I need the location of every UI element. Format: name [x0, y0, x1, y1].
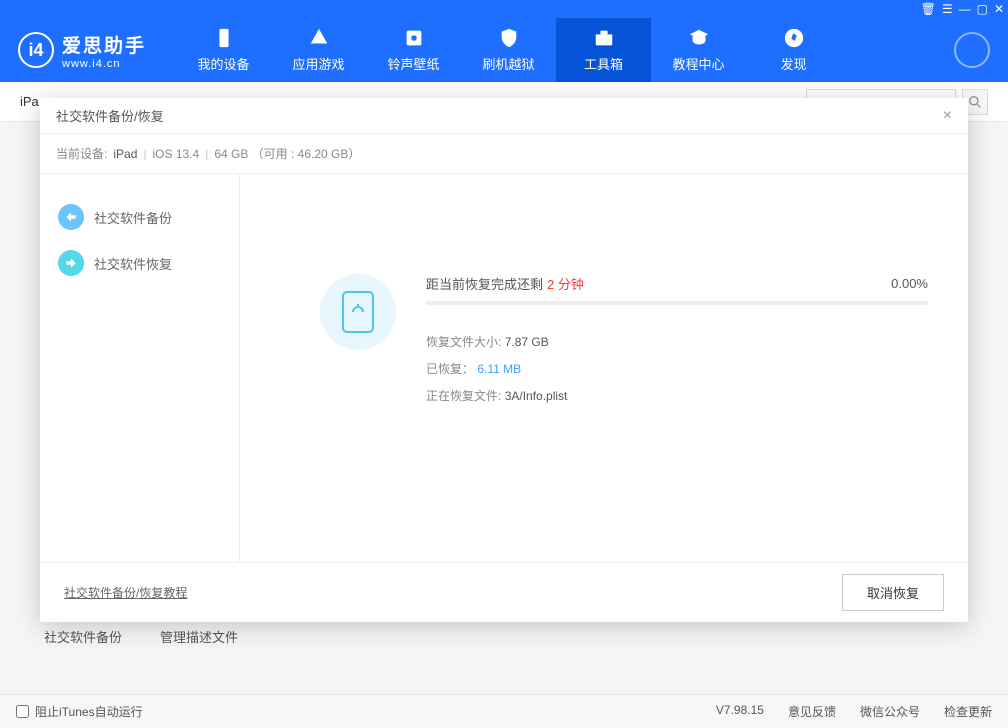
- titlebar-maximize-icon[interactable]: ▢: [977, 3, 988, 15]
- nav-toolbox[interactable]: 工具箱: [556, 18, 651, 82]
- restored-row: 已恢复： 6.11 MB: [426, 360, 928, 377]
- window-titlebar: 🗑 ☰ — ▢ ✕: [0, 0, 1008, 18]
- nav-discover[interactable]: 发现: [746, 18, 841, 82]
- main-header: i4 爱思助手 www.i4.cn 我的设备 应用游戏 铃声壁纸 刷机越狱 工具…: [0, 18, 1008, 82]
- apps-icon: [308, 27, 330, 49]
- wechat-link[interactable]: 微信公众号: [860, 703, 920, 720]
- ringtone-icon: [403, 27, 425, 49]
- restore-modal: 社交软件备份/恢复 × 当前设备: iPad | iOS 13.4 | 64 G…: [40, 98, 968, 622]
- storage-info: 64 GB （可用 : 46.20 GB）: [214, 145, 360, 162]
- backup-arrow-icon: [58, 204, 84, 230]
- block-itunes-checkbox[interactable]: 阻止iTunes自动运行: [16, 703, 143, 720]
- shield-icon: [498, 27, 520, 49]
- feedback-link[interactable]: 意见反馈: [788, 703, 836, 720]
- device-name: iPad: [113, 147, 137, 161]
- nav-tutorial[interactable]: 教程中心: [651, 18, 746, 82]
- version-label: V7.98.15: [716, 703, 764, 720]
- logo-icon: i4: [18, 32, 54, 68]
- sidebar-item-backup[interactable]: 社交软件备份: [40, 194, 239, 240]
- status-bar: 阻止iTunes自动运行 V7.98.15 意见反馈 微信公众号 检查更新: [0, 694, 1008, 728]
- file-size-row: 恢复文件大小: 7.87 GB: [426, 333, 928, 350]
- modal-title: 社交软件备份/恢复: [56, 106, 164, 125]
- logo-text-en: www.i4.cn: [62, 58, 146, 70]
- education-icon: [688, 27, 710, 49]
- app-logo[interactable]: i4 爱思助手 www.i4.cn: [18, 31, 146, 70]
- modal-footer: 社交软件备份/恢复教程 取消恢复: [40, 562, 968, 622]
- download-icon: [964, 42, 980, 58]
- titlebar-minimize-icon[interactable]: —: [959, 3, 971, 15]
- main-nav: 我的设备 应用游戏 铃声壁纸 刷机越狱 工具箱 教程中心 发现: [176, 18, 841, 82]
- nav-apps[interactable]: 应用游戏: [271, 18, 366, 82]
- progress-bar: [426, 301, 928, 305]
- logo-text-cn: 爱思助手: [62, 31, 146, 58]
- check-update-link[interactable]: 检查更新: [944, 703, 992, 720]
- download-button[interactable]: [954, 32, 990, 68]
- device-info-bar: 当前设备: iPad | iOS 13.4 | 64 GB （可用 : 46.2…: [40, 134, 968, 174]
- compass-icon: [783, 27, 805, 49]
- nav-my-device[interactable]: 我的设备: [176, 18, 271, 82]
- nav-ringtone[interactable]: 铃声壁纸: [366, 18, 461, 82]
- titlebar-menu-icon[interactable]: ☰: [942, 3, 953, 15]
- ios-version: iOS 13.4: [153, 147, 200, 161]
- cancel-restore-button[interactable]: 取消恢复: [842, 574, 944, 611]
- titlebar-close-icon[interactable]: ✕: [994, 3, 1004, 15]
- time-remaining: 2 分钟: [547, 274, 584, 293]
- titlebar-lock-icon[interactable]: 🗑: [921, 3, 936, 15]
- modal-title-bar: 社交软件备份/恢复 ×: [40, 98, 968, 134]
- progress-percent: 0.00%: [891, 276, 928, 291]
- progress-label: 距当前恢复完成还剩 2 分钟 0.00%: [426, 274, 928, 293]
- sidebar-item-restore[interactable]: 社交软件恢复: [40, 240, 239, 286]
- current-file-row: 正在恢复文件: 3A/Info.plist: [426, 387, 928, 404]
- device-icon: [213, 27, 235, 49]
- modal-close-button[interactable]: ×: [943, 107, 952, 125]
- search-icon: [968, 95, 982, 109]
- modal-sidebar: 社交软件备份 社交软件恢复: [40, 174, 240, 562]
- tutorial-link[interactable]: 社交软件备份/恢复教程: [64, 584, 187, 601]
- modal-main: 距当前恢复完成还剩 2 分钟 0.00% 恢复文件大小: 7.87 GB 已恢复…: [240, 174, 968, 562]
- toolbox-icon: [593, 27, 615, 49]
- nav-flash[interactable]: 刷机越狱: [461, 18, 556, 82]
- restore-phone-icon: [320, 274, 396, 350]
- restore-arrow-icon: [58, 250, 84, 276]
- breadcrumb: iPa: [20, 94, 39, 109]
